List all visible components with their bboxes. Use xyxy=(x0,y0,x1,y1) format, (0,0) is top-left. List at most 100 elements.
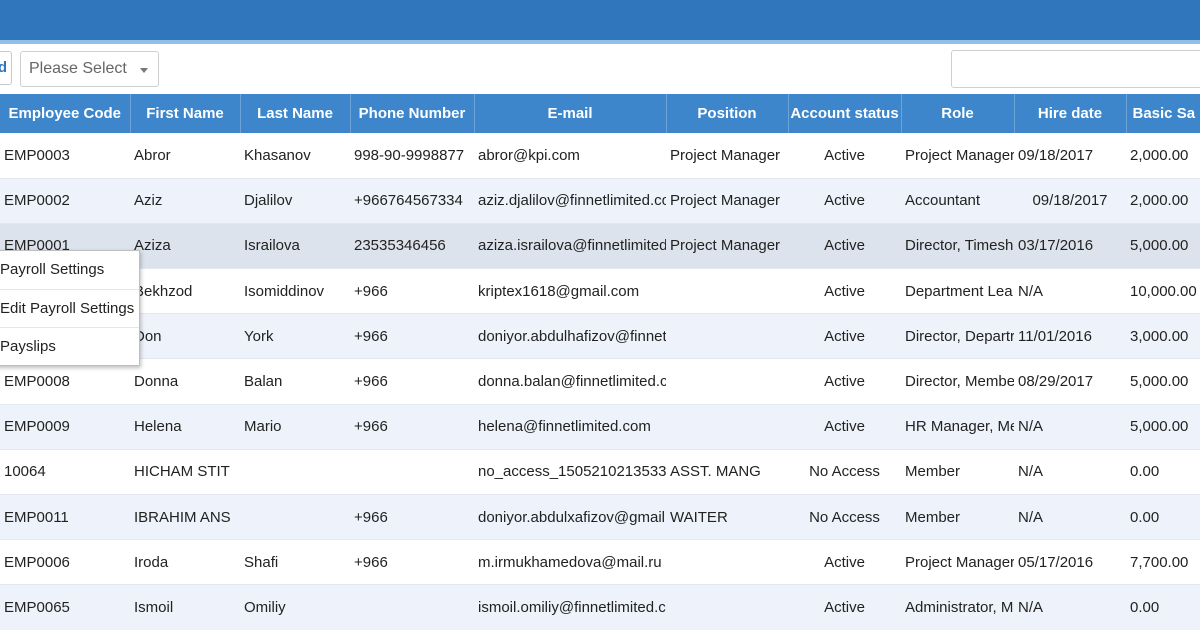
table-row[interactable]: 10064 HICHAM STIT no_access_150521021353… xyxy=(0,449,1200,496)
cell-basic-salary: 3,000.00 xyxy=(1126,313,1200,360)
menu-item-payslips[interactable]: Payslips xyxy=(0,328,139,367)
cell-account-status: Active xyxy=(788,178,901,224)
col-header-hire-date[interactable]: Hire date xyxy=(1014,94,1127,133)
cell-basic-salary: 7,700.00 xyxy=(1126,539,1200,586)
search-input[interactable] xyxy=(951,50,1200,88)
toolbar-add-button[interactable]: d xyxy=(0,51,12,85)
col-header-first-name[interactable]: First Name xyxy=(130,94,241,133)
cell-phone-number: +966 xyxy=(350,404,474,450)
cell-hire-date: 08/29/2017 xyxy=(1014,358,1126,405)
cell-phone-number xyxy=(350,449,474,496)
cell-position xyxy=(666,539,788,586)
cell-last-name: Balan xyxy=(240,358,350,405)
toolbar: d Please Select xyxy=(0,44,1200,94)
cell-role: Director, Timesh xyxy=(901,223,1014,270)
col-header-last-name[interactable]: Last Name xyxy=(240,94,351,133)
table-row[interactable]: EMP0065 Ismoil Omiliy ismoil.omiliy@finn… xyxy=(0,584,1200,630)
table-row[interactable]: EMP0006 Iroda Shafi +966 m.irmukhamedova… xyxy=(0,539,1200,586)
cell-account-status: Active xyxy=(788,268,901,315)
cell-role: HR Manager, Me xyxy=(901,404,1014,450)
cell-phone-number: +966 xyxy=(350,313,474,360)
cell-position: Project Manager xyxy=(666,223,788,270)
cell-email: donna.balan@finnetlimited.c xyxy=(474,358,666,405)
cell-first-name: Aziza xyxy=(130,223,240,270)
cell-hire-date: N/A xyxy=(1014,404,1126,450)
cell-hire-date: N/A xyxy=(1014,268,1126,315)
cell-first-name: IBRAHIM ANS xyxy=(130,494,240,541)
col-header-basic-salary[interactable]: Basic Sa xyxy=(1126,94,1200,133)
cell-hire-date: N/A xyxy=(1014,494,1126,541)
table-row[interactable]: EMP0008 Donna Balan +966 donna.balan@fin… xyxy=(0,358,1200,405)
cell-account-status: No Access xyxy=(788,449,901,496)
cell-email: doniyor.abdulhafizov@finnet xyxy=(474,313,666,360)
cell-last-name: York xyxy=(240,313,350,360)
cell-role: Member xyxy=(901,449,1014,496)
cell-position xyxy=(666,313,788,360)
table-row[interactable]: EMP0002 Aziz Djalilov +966764567334 aziz… xyxy=(0,178,1200,224)
cell-phone-number: +966 xyxy=(350,494,474,541)
col-header-role[interactable]: Role xyxy=(901,94,1015,133)
menu-item-payroll-settings[interactable]: Payroll Settings xyxy=(0,251,139,290)
cell-phone-number: +966 xyxy=(350,358,474,405)
cell-role: Director, Membe xyxy=(901,358,1014,405)
cell-employee-code: EMP0002 xyxy=(0,178,130,224)
filter-select[interactable]: Please Select xyxy=(20,51,159,87)
cell-basic-salary: 5,000.00 xyxy=(1126,358,1200,405)
cell-email: m.irmukhamedova@mail.ru xyxy=(474,539,666,586)
filter-select-value: Please Select xyxy=(29,60,127,77)
row-context-menu: Payroll Settings Edit Payroll Settings P… xyxy=(0,250,140,366)
cell-position: ASST. MANG xyxy=(666,449,788,496)
cell-phone-number: 998-90-9998877 xyxy=(350,133,474,179)
cell-hire-date: 05/17/2016 xyxy=(1014,539,1126,586)
cell-hire-date: 03/17/2016 xyxy=(1014,223,1126,270)
col-header-position[interactable]: Position xyxy=(666,94,789,133)
cell-last-name: Mario xyxy=(240,404,350,450)
cell-account-status: Active xyxy=(788,539,901,586)
cell-role: Project Manager xyxy=(901,539,1014,586)
cell-basic-salary: 5,000.00 xyxy=(1126,404,1200,450)
col-header-phone-number[interactable]: Phone Number xyxy=(350,94,475,133)
cell-employee-code: EMP0003 xyxy=(0,133,130,179)
cell-phone-number: 23535346456 xyxy=(350,223,474,270)
cell-position xyxy=(666,404,788,450)
cell-last-name: Shafi xyxy=(240,539,350,586)
cell-email: abror@kpi.com xyxy=(474,133,666,179)
col-header-account-status[interactable]: Account status xyxy=(788,94,902,133)
cell-role: Project Manager xyxy=(901,133,1014,179)
table-row[interactable]: EMP0003 Abror Khasanov 998-90-9998877 ab… xyxy=(0,133,1200,179)
cell-basic-salary: 0.00 xyxy=(1126,494,1200,541)
cell-position: Project Manager xyxy=(666,178,788,224)
cell-phone-number: +966 xyxy=(350,268,474,315)
cell-position xyxy=(666,268,788,315)
cell-employee-code: EMP0011 xyxy=(0,494,130,541)
cell-email: kriptex1618@gmail.com xyxy=(474,268,666,315)
cell-first-name: Helena xyxy=(130,404,240,450)
table-row[interactable]: EMP0011 IBRAHIM ANS +966 doniyor.abdulxa… xyxy=(0,494,1200,541)
col-header-email[interactable]: E-mail xyxy=(474,94,667,133)
cell-employee-code: 10064 xyxy=(0,449,130,496)
cell-last-name xyxy=(240,494,350,541)
cell-hire-date: 11/01/2016 xyxy=(1014,313,1126,360)
col-header-employee-code[interactable]: Employee Code xyxy=(0,94,131,133)
employee-table: Employee Code First Name Last Name Phone… xyxy=(0,94,1200,630)
cell-last-name xyxy=(240,449,350,496)
cell-email: helena@finnetlimited.com xyxy=(474,404,666,450)
cell-employee-code: EMP0065 xyxy=(0,584,130,630)
table-row[interactable]: Bekhzod Isomiddinov +966 kriptex1618@gma… xyxy=(0,268,1200,315)
cell-account-status: Active xyxy=(788,404,901,450)
cell-first-name: Don xyxy=(130,313,240,360)
cell-first-name: Ismoil xyxy=(130,584,240,630)
cell-last-name: Khasanov xyxy=(240,133,350,179)
table-row-hovered[interactable]: EMP0001 Aziza Israilova 23535346456 aziz… xyxy=(0,223,1200,270)
table-row[interactable]: Don York +966 doniyor.abdulhafizov@finne… xyxy=(0,313,1200,360)
cell-basic-salary: 5,000.00 xyxy=(1126,223,1200,270)
cell-role: Accountant xyxy=(901,178,1014,224)
table-row[interactable]: EMP0009 Helena Mario +966 helena@finnetl… xyxy=(0,404,1200,450)
cell-email: ismoil.omiliy@finnetlimited.c xyxy=(474,584,666,630)
menu-item-edit-payroll-settings[interactable]: Edit Payroll Settings xyxy=(0,290,139,328)
cell-first-name: Abror xyxy=(130,133,240,179)
cell-phone-number: +966764567334 xyxy=(350,178,474,224)
cell-last-name: Isomiddinov xyxy=(240,268,350,315)
cell-account-status: Active xyxy=(788,133,901,179)
cell-account-status: Active xyxy=(788,358,901,405)
